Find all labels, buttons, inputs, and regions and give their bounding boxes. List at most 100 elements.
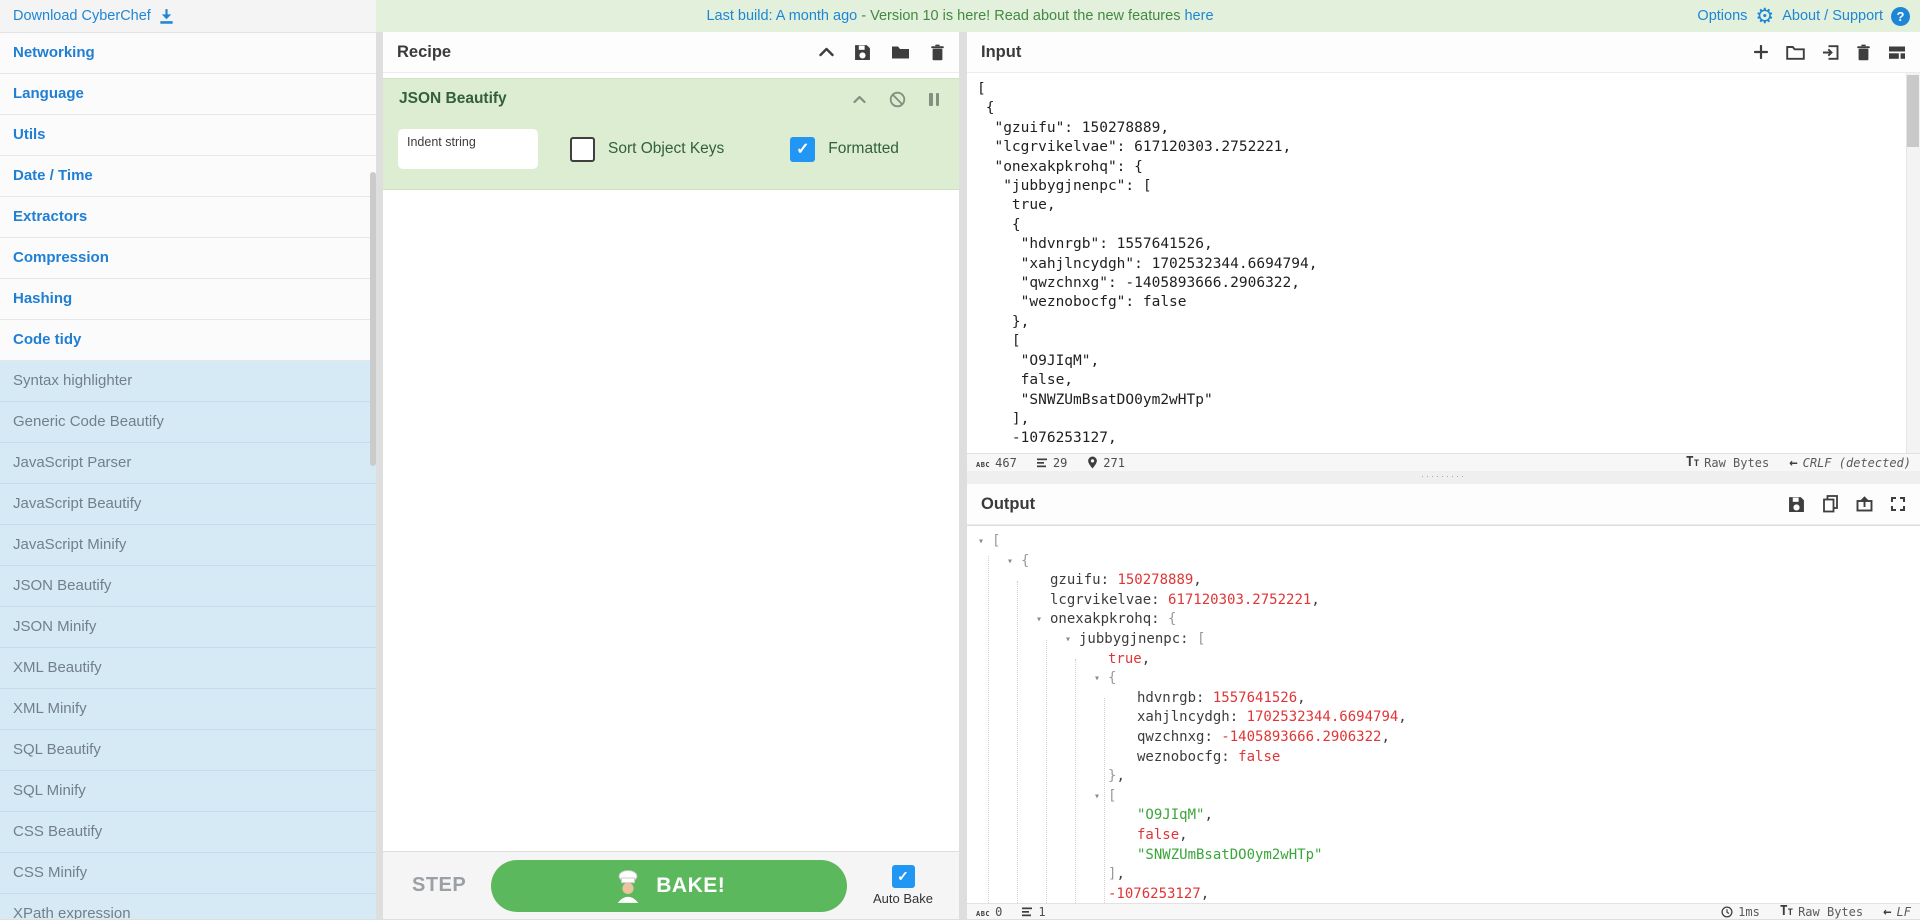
tree-expand-toggle[interactable] bbox=[978, 532, 990, 552]
sidebar-category-extractors[interactable]: Extractors bbox=[0, 197, 376, 238]
operation-item-css-minify[interactable]: CSS Minify bbox=[0, 853, 376, 894]
cursor-position-icon bbox=[1088, 456, 1098, 469]
indent-string-input[interactable]: Indent string bbox=[398, 129, 538, 169]
sidebar-category-hashing[interactable]: Hashing bbox=[0, 279, 376, 320]
bake-label: BAKE! bbox=[656, 873, 726, 897]
tree-expand-toggle[interactable] bbox=[1094, 787, 1106, 807]
output-tree-line: jubbygjnenpc: [ bbox=[967, 630, 1920, 650]
operation-item-xpath-expression[interactable]: XPath expression bbox=[0, 894, 376, 919]
operation-item-javascript-minify[interactable]: JavaScript Minify bbox=[0, 525, 376, 566]
input-line: "SNWZUmBsatDO0ym2wHTp" bbox=[977, 391, 1213, 408]
output-tree-line: ], bbox=[1108, 866, 1125, 883]
input-line: "lcgrvikelvae": 617120303.2752221, bbox=[977, 139, 1292, 156]
recipe-panel: Recipe JSON Beautify Indent string Sort … bbox=[383, 32, 959, 919]
operation-name: JSON Beautify bbox=[399, 90, 507, 107]
operation-item-json-minify[interactable]: JSON Minify bbox=[0, 607, 376, 648]
output-tree-line: "SNWZUmBsatDO0ym2wHTp" bbox=[1137, 846, 1323, 863]
sidebar-category-language[interactable]: Language bbox=[0, 74, 376, 115]
sidebar-scrollbar[interactable] bbox=[370, 172, 376, 466]
input-line: "xahjlncydgh": 1702532344.6694794, bbox=[977, 255, 1318, 272]
sidebar-category-date-time[interactable]: Date / Time bbox=[0, 156, 376, 197]
line-count-icon bbox=[1036, 458, 1047, 468]
step-button[interactable]: STEP bbox=[412, 874, 466, 897]
new-features-link[interactable]: here bbox=[1184, 8, 1213, 24]
pane-layout-icon[interactable] bbox=[1888, 45, 1906, 60]
tree-expand-toggle[interactable] bbox=[1065, 630, 1077, 650]
output-tree-line: qwzchnxg: -1405893666.2906322, bbox=[1137, 728, 1390, 745]
open-file-folder-icon[interactable] bbox=[1786, 44, 1805, 60]
recipe-operation-json-beautify[interactable]: JSON Beautify Indent string Sort Object … bbox=[383, 78, 959, 190]
open-folder-import-icon[interactable] bbox=[1822, 44, 1839, 61]
input-line: "jubbygjnenpc": [ bbox=[977, 178, 1152, 195]
tree-expand-toggle[interactable] bbox=[1036, 610, 1048, 630]
sort-object-keys-label: Sort Object Keys bbox=[608, 140, 725, 157]
output-line-count: 1 bbox=[1038, 904, 1046, 919]
input-char-count: 467 bbox=[995, 455, 1017, 470]
char-count-icon bbox=[976, 905, 990, 919]
download-cyberchef-link[interactable]: Download CyberChef bbox=[13, 8, 151, 24]
output-encoding[interactable]: Raw Bytes bbox=[1780, 904, 1863, 919]
bake-button[interactable]: BAKE! bbox=[491, 859, 848, 912]
operation-item-xml-beautify[interactable]: XML Beautify bbox=[0, 648, 376, 689]
operation-item-syntax-highlighter[interactable]: Syntax highlighter bbox=[0, 361, 376, 402]
output-tree-line: [ bbox=[967, 787, 1920, 807]
operation-item-generic-code-beautify[interactable]: Generic Code Beautify bbox=[0, 402, 376, 443]
download-icon[interactable] bbox=[158, 8, 175, 25]
clear-recipe-trash-icon[interactable] bbox=[930, 44, 945, 61]
about-support-link[interactable]: About / Support bbox=[1782, 8, 1883, 24]
input-line: { bbox=[977, 216, 1021, 233]
save-output-icon[interactable] bbox=[1788, 496, 1805, 513]
auto-bake-label: Auto Bake bbox=[873, 891, 933, 906]
input-scrollbar-thumb[interactable] bbox=[1907, 75, 1919, 147]
input-editor[interactable]: [ { "gzuifu": 150278889, "lcgrvikelvae":… bbox=[967, 73, 1920, 453]
input-scrollbar[interactable] bbox=[1906, 73, 1920, 453]
pane-splitter[interactable] bbox=[967, 471, 1920, 484]
formatted-label: Formatted bbox=[828, 140, 899, 157]
chef-icon bbox=[613, 869, 643, 903]
breakpoint-icon[interactable] bbox=[929, 92, 939, 106]
recipe-title: Recipe bbox=[397, 42, 452, 61]
collapse-operation-icon[interactable] bbox=[853, 95, 866, 104]
disable-operation-icon[interactable] bbox=[889, 91, 906, 108]
operation-item-css-beautify[interactable]: CSS Beautify bbox=[0, 812, 376, 853]
collapse-recipe-icon[interactable] bbox=[819, 47, 834, 57]
help-icon[interactable] bbox=[1891, 6, 1910, 26]
formatted-checkbox[interactable] bbox=[790, 136, 816, 162]
gear-icon[interactable] bbox=[1755, 6, 1774, 27]
output-tree-line: hdvnrgb: 1557641526, bbox=[1137, 689, 1306, 706]
encoding-icon bbox=[1686, 455, 1699, 470]
maximise-output-icon[interactable] bbox=[1890, 496, 1906, 512]
output-eol[interactable]: LF bbox=[1883, 904, 1911, 920]
input-line: "onexakpkrohq": { bbox=[977, 158, 1143, 175]
auto-bake-checkbox[interactable] bbox=[891, 865, 915, 888]
output-tree-line: xahjlncydgh: 1702532344.6694794, bbox=[1137, 709, 1407, 726]
tree-expand-toggle[interactable] bbox=[1007, 552, 1019, 572]
load-recipe-folder-icon[interactable] bbox=[891, 44, 910, 60]
sidebar-category-compression[interactable]: Compression bbox=[0, 238, 376, 279]
input-encoding[interactable]: Raw Bytes bbox=[1686, 455, 1769, 470]
clear-input-trash-icon[interactable] bbox=[1856, 44, 1871, 61]
add-input-tab-icon[interactable] bbox=[1753, 44, 1769, 60]
save-recipe-icon[interactable] bbox=[854, 44, 871, 61]
operation-item-xml-minify[interactable]: XML Minify bbox=[0, 689, 376, 730]
sidebar-category-networking[interactable]: Networking bbox=[0, 33, 376, 74]
input-line: "gzuifu": 150278889, bbox=[977, 119, 1170, 136]
operation-item-json-beautify[interactable]: JSON Beautify bbox=[0, 566, 376, 607]
sidebar-category-code-tidy[interactable]: Code tidy bbox=[0, 320, 376, 361]
last-build-link[interactable]: Last build: A month ago bbox=[706, 8, 857, 24]
open-output-in-tab-icon[interactable] bbox=[1856, 496, 1873, 512]
sidebar-category-utils[interactable]: Utils bbox=[0, 115, 376, 156]
input-eol[interactable]: CRLF (detected) bbox=[1789, 455, 1911, 471]
options-link[interactable]: Options bbox=[1697, 8, 1747, 24]
output-header: Output bbox=[967, 484, 1920, 525]
sort-object-keys-checkbox[interactable] bbox=[570, 136, 595, 162]
operation-item-sql-beautify[interactable]: SQL Beautify bbox=[0, 730, 376, 771]
output-viewer: [{gzuifu: 150278889,lcgrvikelvae: 617120… bbox=[967, 526, 1920, 903]
input-cursor-position: 271 bbox=[1103, 455, 1125, 470]
operation-item-javascript-parser[interactable]: JavaScript Parser bbox=[0, 443, 376, 484]
operation-item-javascript-beautify[interactable]: JavaScript Beautify bbox=[0, 484, 376, 525]
input-line-count: 29 bbox=[1052, 455, 1068, 470]
tree-expand-toggle[interactable] bbox=[1094, 669, 1106, 689]
copy-output-icon[interactable] bbox=[1822, 495, 1839, 513]
operation-item-sql-minify[interactable]: SQL Minify bbox=[0, 771, 376, 812]
